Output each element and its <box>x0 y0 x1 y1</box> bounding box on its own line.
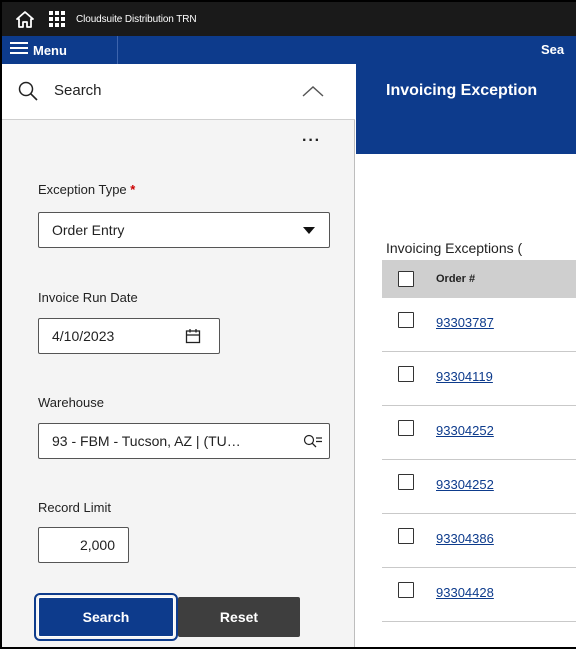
record-limit-value: 2,000 <box>79 537 115 553</box>
search-icon <box>18 81 38 106</box>
search-panel-title: Search <box>54 82 102 99</box>
chevron-up-icon[interactable] <box>302 84 324 102</box>
invoice-run-date-input[interactable]: 4/10/2023 <box>38 318 220 354</box>
menu-bar: Menu Sea <box>2 36 576 64</box>
order-link[interactable]: 93303787 <box>436 315 494 330</box>
invoice-run-date-label: Invoice Run Date <box>38 290 138 305</box>
select-all-checkbox[interactable] <box>398 271 414 287</box>
content-header: Invoicing Exception <box>356 64 576 154</box>
row-checkbox[interactable] <box>398 366 414 382</box>
page-tab[interactable]: Sea <box>541 36 564 64</box>
search-button[interactable]: Search <box>34 593 178 641</box>
order-link[interactable]: 93304119 <box>436 369 493 384</box>
row-checkbox[interactable] <box>398 474 414 490</box>
app-launcher-icon[interactable] <box>46 8 68 30</box>
hamburger-icon <box>10 41 28 60</box>
table-row: 93304252 <box>382 406 576 460</box>
warehouse-input[interactable]: 93 - FBM - Tucson, AZ | (TU… <box>38 423 330 459</box>
warehouse-value: 93 - FBM - Tucson, AZ | (TU… <box>52 433 241 449</box>
order-link[interactable]: 93304252 <box>436 423 494 438</box>
caret-down-icon <box>303 227 315 234</box>
exception-type-value: Order Entry <box>52 222 125 238</box>
reset-button[interactable]: Reset <box>178 597 300 637</box>
search-panel: Search ··· Exception Type * Order Entry … <box>2 64 355 647</box>
home-icon[interactable] <box>14 8 36 30</box>
more-options-icon[interactable]: ··· <box>302 132 321 150</box>
calendar-icon[interactable] <box>185 328 201 347</box>
main-content: Invoicing Exception Invoicing Exceptions… <box>356 64 576 647</box>
menu-button[interactable]: Menu <box>2 36 118 64</box>
order-link[interactable]: 93304252 <box>436 477 494 492</box>
table-row: 93304428 <box>382 568 576 622</box>
exception-type-select[interactable]: Order Entry <box>38 212 330 248</box>
row-checkbox[interactable] <box>398 420 414 436</box>
search-panel-header[interactable]: Search <box>2 64 355 120</box>
warehouse-label: Warehouse <box>38 395 104 410</box>
required-mark: * <box>130 182 136 197</box>
invoice-run-date-value: 4/10/2023 <box>52 328 115 344</box>
exception-type-label: Exception Type * <box>38 182 136 197</box>
row-checkbox[interactable] <box>398 312 414 328</box>
column-header-order[interactable]: Order # <box>436 273 475 285</box>
row-checkbox[interactable] <box>398 528 414 544</box>
record-limit-label: Record Limit <box>38 500 111 515</box>
order-link[interactable]: 93304386 <box>436 531 494 546</box>
table-row: 93304252 <box>382 460 576 514</box>
page-title: Invoicing Exception <box>386 82 538 99</box>
table-row: 93304119 <box>382 352 576 406</box>
app-title: Cloudsuite Distribution TRN <box>76 13 197 25</box>
app-window: Cloudsuite Distribution TRN Menu Sea Sea… <box>0 0 576 649</box>
order-link[interactable]: 93304428 <box>436 585 494 600</box>
table-row: 93304386 <box>382 514 576 568</box>
row-checkbox[interactable] <box>398 582 414 598</box>
lookup-icon[interactable] <box>303 434 323 453</box>
menu-label: Menu <box>33 42 67 58</box>
table-row: 93303787 <box>382 298 576 352</box>
record-limit-input[interactable]: 2,000 <box>38 527 129 563</box>
grid-caption: Invoicing Exceptions ( <box>386 240 523 256</box>
top-bar: Cloudsuite Distribution TRN <box>2 2 576 36</box>
grid-header: Order # <box>382 260 576 298</box>
